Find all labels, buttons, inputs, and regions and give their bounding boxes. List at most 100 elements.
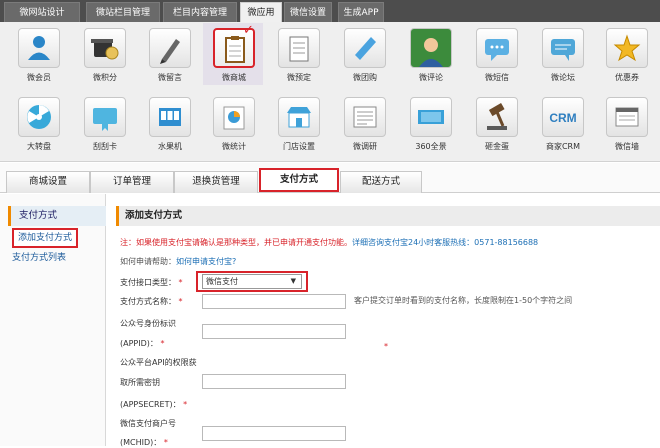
app-label: 微积分 (93, 73, 117, 82)
app-store-settings[interactable]: 门店设置 (270, 97, 328, 157)
app-survey[interactable]: 微调研 (336, 97, 394, 157)
appid-label-line2: (APPID)： * (120, 338, 164, 349)
app-label: 微统计 (222, 142, 246, 151)
tab-order-manage[interactable]: 订单管理 (90, 171, 174, 193)
app-label: 砸金蛋 (485, 142, 509, 151)
store-icon (287, 107, 311, 128)
crm-icon: CRM (549, 111, 576, 125)
tab-mall-settings[interactable]: 商城设置 (6, 171, 90, 193)
appsecret-input[interactable] (202, 374, 346, 389)
app-label: 商家CRM (545, 142, 581, 151)
payment-name-input[interactable] (202, 294, 346, 309)
forum-icon (551, 39, 575, 61)
app-gold-egg[interactable]: 砸金蛋 (468, 97, 526, 157)
sidebar-item-payment-list[interactable]: 支付方式列表 (12, 250, 66, 266)
app-reservation[interactable]: 微预定 (270, 28, 328, 88)
dropdown-arrow-icon: ▼ (290, 277, 296, 285)
tab-returns-manage[interactable]: 退换货管理 (174, 171, 258, 193)
appsecret-label-line2: 取所需密钥 (120, 378, 160, 387)
apply-alipay-link[interactable]: 如何申请支付宝? (176, 257, 236, 266)
app-label: 微评论 (419, 73, 443, 82)
app-label: 刮刮卡 (93, 142, 117, 151)
app-label: 微团购 (353, 73, 377, 82)
sidebar-heading: 支付方式 (8, 206, 106, 226)
interface-type-select[interactable]: 微信支付 ▼ (202, 274, 302, 289)
required-dot: * (384, 342, 388, 351)
nav-tab-micro-apps[interactable]: 微应用 (240, 2, 282, 22)
sidebar-item-add-payment[interactable]: 添加支付方式 (12, 228, 79, 248)
app-scratch-card[interactable]: 刮刮卡 (76, 97, 134, 157)
app-label: 微会员 (27, 73, 51, 82)
app-label: 微信墙 (615, 142, 639, 151)
crm-text: CRM (549, 111, 576, 125)
scratch-card-icon (93, 108, 117, 131)
nav-tab-wechat-settings[interactable]: 微信设置 (284, 2, 332, 22)
required-mark: * (178, 278, 183, 287)
app-group-buy[interactable]: 微团购 (336, 28, 394, 88)
app-wheel[interactable]: 大转盘 (10, 97, 68, 157)
nav-tab-site-design[interactable]: 微网站设计 (4, 2, 80, 22)
nav-tab-column-manage[interactable]: 微站栏目管理 (86, 2, 160, 22)
app-label: 微预定 (287, 73, 311, 82)
top-nav: 微网站设计 微站栏目管理 栏目内容管理 微应用 微信设置 生成APP (0, 0, 660, 22)
alipay-notice: 注：如果使用支付宝请确认是那种类型，并已申请开通支付功能。详细咨询支付宝24小时… (120, 237, 538, 248)
mchid-input[interactable] (202, 426, 346, 441)
nav-tab-content-manage[interactable]: 栏目内容管理 (163, 2, 237, 22)
sms-icon (485, 39, 509, 61)
app-message[interactable]: 微留言 (141, 28, 199, 88)
tab-payment-methods[interactable]: 支付方式 (259, 168, 339, 192)
nav-tab-build-app[interactable]: 生成APP (338, 2, 384, 22)
points-icon (91, 39, 119, 60)
app-label: 360全景 (415, 142, 447, 151)
panorama-icon (418, 110, 444, 124)
app-label: 微调研 (353, 142, 377, 151)
appsecret-text: (APPSECRET)： (120, 400, 181, 409)
app-label: 微商城 (222, 73, 246, 82)
app-panorama[interactable]: 360全景 (402, 97, 460, 157)
star-coupon-icon (613, 34, 641, 62)
pie-chart-icon (223, 106, 245, 130)
main-content: 添加支付方式 注：如果使用支付宝请确认是那种类型，并已申请开通支付功能。详细咨询… (112, 194, 660, 448)
app-mall[interactable]: 微商城 (205, 28, 263, 88)
app-statistics[interactable]: 微统计 (205, 97, 263, 157)
app-coupon[interactable]: 优惠券 (598, 28, 656, 88)
app-crm[interactable]: CRM 商家CRM (534, 97, 592, 157)
interface-type-value: 微信支付 (206, 277, 238, 286)
app-comment[interactable]: 微评论 (402, 28, 460, 88)
interface-type-text: 支付接口类型： (120, 278, 176, 287)
appid-text: (APPID)： (120, 339, 158, 348)
member-icon (28, 36, 50, 60)
app-points[interactable]: 微积分 (76, 28, 134, 88)
selected-check-icon: ✓ (243, 23, 254, 38)
app-label: 微留言 (158, 73, 182, 82)
message-pen-icon (160, 39, 180, 64)
section-title: 添加支付方式 (116, 206, 660, 226)
appid-input[interactable] (202, 324, 346, 339)
interface-type-label: 支付接口类型： * (120, 277, 183, 288)
app-wechat-wall[interactable]: 微信墙 (598, 97, 656, 157)
mchid-label-line1: 微信支付商户号 (120, 419, 176, 428)
help-prefix: 如何申请帮助： (120, 257, 176, 266)
mchid-label-line2: (MCHID)： * (120, 437, 168, 448)
app-label: 微短信 (485, 73, 509, 82)
wechat-wall-icon (615, 107, 639, 127)
sidebar: 支付方式 添加支付方式 支付方式列表 (0, 194, 106, 446)
slot-machine-icon (159, 108, 181, 126)
comment-person-icon (419, 38, 443, 67)
reservation-icon (289, 36, 309, 62)
hotline-text: 详细咨询支付宝24小时客服热线：0571-88156688 (352, 238, 539, 247)
group-buy-icon (355, 37, 376, 60)
app-forum[interactable]: 微论坛 (534, 28, 592, 88)
survey-icon (353, 106, 377, 128)
app-slot-machine[interactable]: 水果机 (141, 97, 199, 157)
tab-delivery-methods[interactable]: 配送方式 (340, 171, 422, 193)
app-member[interactable]: 微会员 (10, 28, 68, 88)
app-label: 大转盘 (27, 142, 51, 151)
app-label: 水果机 (158, 142, 182, 151)
app-label: 优惠券 (615, 73, 639, 82)
required-mark: * (178, 297, 183, 306)
app-sms[interactable]: 微短信 (468, 28, 526, 88)
gold-egg-icon (487, 103, 507, 130)
payment-name-text: 支付方式名称： (120, 297, 176, 306)
required-mark: * (160, 339, 165, 348)
